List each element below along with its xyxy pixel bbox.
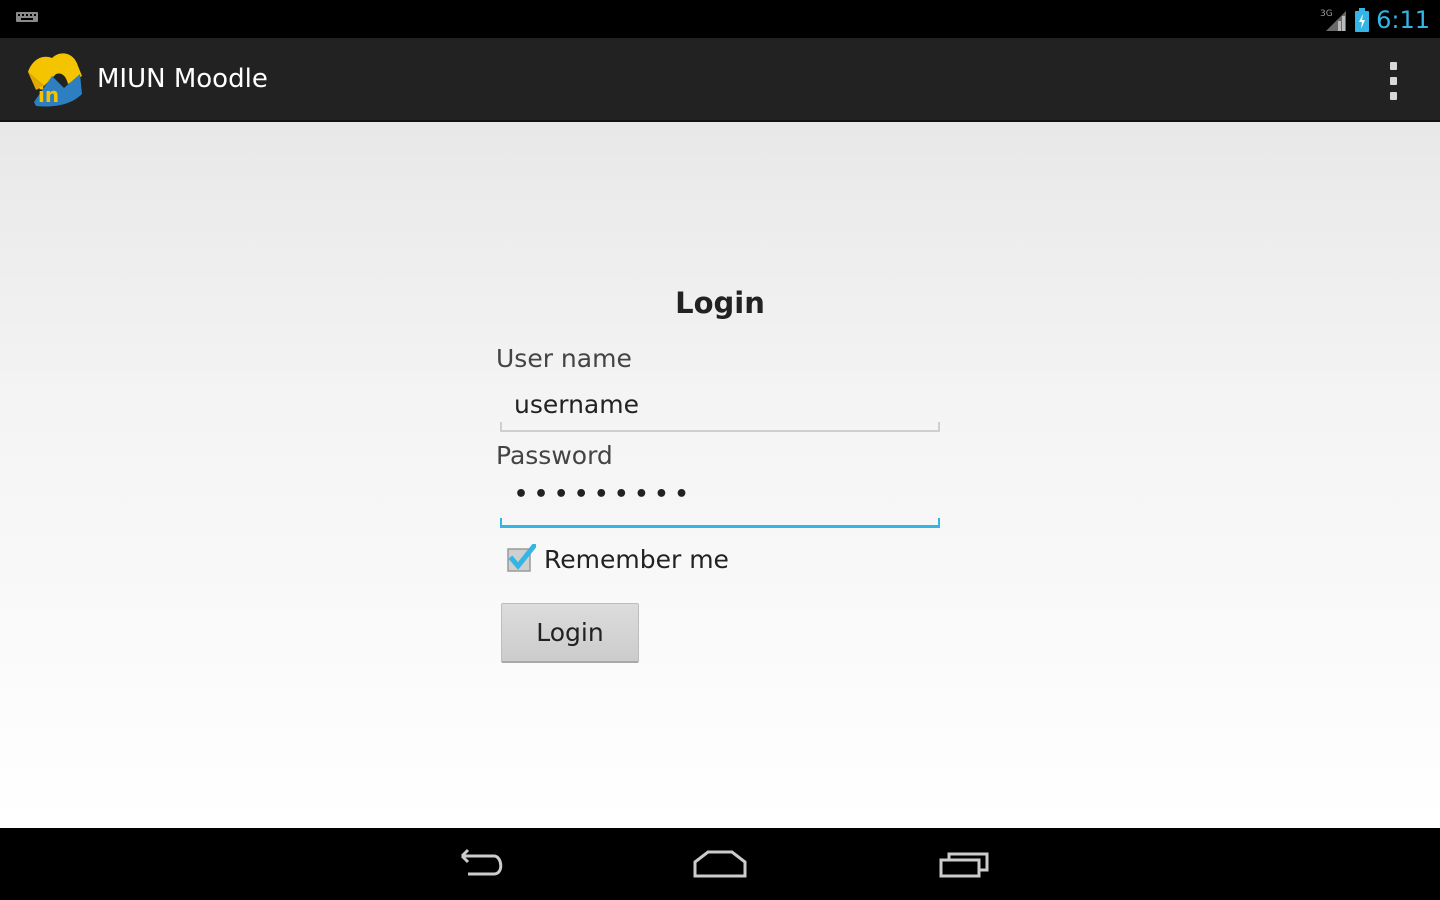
login-screen: Login User name username Password ••••••…	[0, 122, 1440, 828]
username-value: username	[514, 390, 639, 419]
remember-me-label: Remember me	[544, 544, 729, 574]
network-type-label: 3G	[1320, 9, 1333, 19]
username-field[interactable]: username	[500, 384, 940, 432]
login-button[interactable]: Login	[501, 603, 639, 663]
status-bar: 3G 6:11	[0, 0, 1440, 38]
menu-dot	[1389, 62, 1397, 70]
remember-me-checkbox[interactable]: Remember me	[506, 542, 729, 576]
field-underline	[500, 422, 940, 432]
menu-dot	[1389, 92, 1397, 100]
password-field[interactable]: •••••••••	[500, 480, 940, 528]
action-bar: in MIUN Moodle	[0, 38, 1440, 122]
keyboard-icon	[16, 12, 38, 22]
android-screen: 3G 6:11 in MIUN Moodle Login User name u…	[0, 0, 1440, 900]
password-value: •••••••••	[514, 482, 695, 507]
status-icons: 3G 6:11	[1320, 4, 1430, 36]
menu-dot	[1389, 77, 1397, 85]
field-underline-focused	[500, 518, 940, 528]
checkbox-checked-icon[interactable]	[506, 544, 536, 574]
home-icon[interactable]	[690, 844, 750, 884]
signal-3g-icon: 3G	[1320, 9, 1347, 31]
back-icon[interactable]	[448, 844, 508, 884]
battery-icon	[1355, 8, 1370, 32]
logo-text: in	[38, 83, 59, 107]
password-label: Password	[496, 441, 613, 470]
username-label: User name	[496, 344, 632, 373]
recents-icon[interactable]	[935, 844, 995, 884]
login-heading: Login	[675, 286, 765, 320]
overflow-menu-icon[interactable]	[1380, 62, 1406, 100]
miun-moodle-logo-icon[interactable]: in	[22, 46, 86, 112]
status-clock: 6:11	[1376, 6, 1430, 34]
navigation-bar	[0, 828, 1440, 900]
app-title: MIUN Moodle	[97, 64, 268, 94]
